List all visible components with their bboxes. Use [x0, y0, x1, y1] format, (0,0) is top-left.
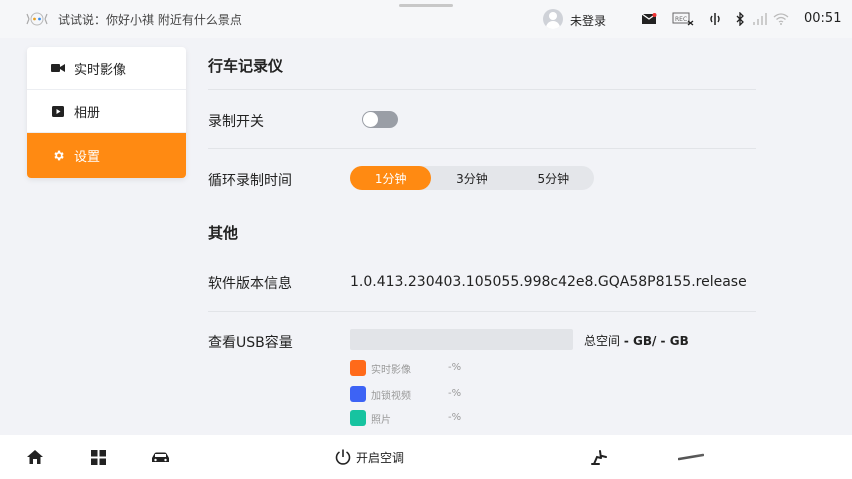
sidebar-item-label: 设置: [74, 150, 101, 165]
bottom-dock: 开启空调: [0, 435, 852, 479]
video-camera-icon: [51, 61, 65, 75]
login-status[interactable]: 未登录: [570, 12, 606, 29]
divider: [208, 311, 756, 312]
dock-fade-overlay: [692, 435, 852, 479]
version-label: 软件版本信息: [208, 276, 292, 292]
home-icon[interactable]: [26, 448, 44, 466]
legend-value: -%: [448, 362, 462, 373]
divider: [208, 89, 756, 90]
section-title-other: 其他: [208, 224, 239, 242]
sidebar-item-settings[interactable]: 设置: [27, 133, 186, 178]
turn-on-ac-button[interactable]: 开启空调: [334, 448, 404, 466]
phone-link-icon[interactable]: [709, 11, 721, 27]
pull-down-handle[interactable]: [399, 4, 453, 7]
mail-icon[interactable]: [641, 11, 657, 27]
loop-record-label: 循环录制时间: [208, 173, 292, 189]
sidebar-item-label: 实时影像: [74, 62, 127, 78]
loop-record-duration-selector: 1分钟 3分钟 5分钟: [350, 166, 594, 190]
record-switch-label: 录制开关: [208, 114, 264, 130]
ac-button-label: 开启空调: [356, 450, 405, 465]
record-switch-toggle[interactable]: [362, 111, 398, 128]
loop-option-1min[interactable]: 1分钟: [350, 166, 432, 190]
seat-icon[interactable]: [590, 448, 608, 466]
usb-legend-photos: 照片 -%: [350, 410, 461, 426]
usb-total-value: - GB/ - GB: [623, 334, 689, 348]
legend-label: 实时影像: [371, 364, 411, 376]
svg-text:REC: REC: [675, 16, 687, 23]
power-icon: [335, 449, 351, 465]
legend-value: -%: [448, 388, 462, 399]
apps-grid-icon[interactable]: [89, 448, 107, 466]
status-bar: 试试说：你好小祺 附近有什么景点 未登录 REC 00:51: [0, 0, 852, 38]
loop-option-5min[interactable]: 5分钟: [513, 166, 594, 190]
usb-legend-live-view: 实时影像 -%: [350, 360, 461, 376]
usb-total-prefix: 总空间: [584, 334, 621, 348]
legend-label: 照片: [371, 414, 391, 426]
toggle-knob: [363, 112, 378, 127]
sidebar-item-album[interactable]: 相册: [27, 90, 186, 133]
usb-capacity-bar: [350, 329, 573, 350]
usb-total-space: 总空间 - GB/ - GB: [584, 332, 689, 349]
voice-hint-text[interactable]: 试试说：你好小祺 附近有什么景点: [58, 11, 242, 28]
user-avatar[interactable]: [543, 9, 563, 29]
voice-assistant-icon[interactable]: [26, 10, 48, 28]
sidebar-item-live-view[interactable]: 实时影像: [27, 47, 186, 90]
car-icon[interactable]: [149, 448, 171, 466]
legend-swatch: [350, 410, 366, 426]
play-album-icon: [51, 104, 65, 118]
divider: [208, 148, 756, 149]
gear-icon: [51, 149, 65, 163]
version-value: 1.0.413.230403.105055.998c42e8.GQA58P815…: [350, 274, 747, 290]
legend-swatch: [350, 360, 366, 376]
legend-value: -%: [448, 412, 462, 423]
section-title-dashcam: 行车记录仪: [208, 57, 284, 75]
signal-strength-icon: [752, 11, 768, 27]
clock: 00:51: [804, 11, 842, 26]
wifi-icon[interactable]: [773, 11, 789, 27]
legend-label: 加锁视频: [371, 390, 411, 402]
loop-option-3min[interactable]: 3分钟: [431, 166, 512, 190]
bluetooth-icon[interactable]: [735, 11, 745, 27]
sidebar: 实时影像 相册 设置: [27, 47, 186, 178]
legend-swatch: [350, 386, 366, 402]
usb-capacity-label: 查看USB容量: [208, 335, 293, 351]
record-off-icon[interactable]: REC: [672, 11, 694, 27]
sidebar-item-label: 相册: [74, 105, 101, 121]
usb-legend-locked-video: 加锁视频 -%: [350, 386, 461, 402]
